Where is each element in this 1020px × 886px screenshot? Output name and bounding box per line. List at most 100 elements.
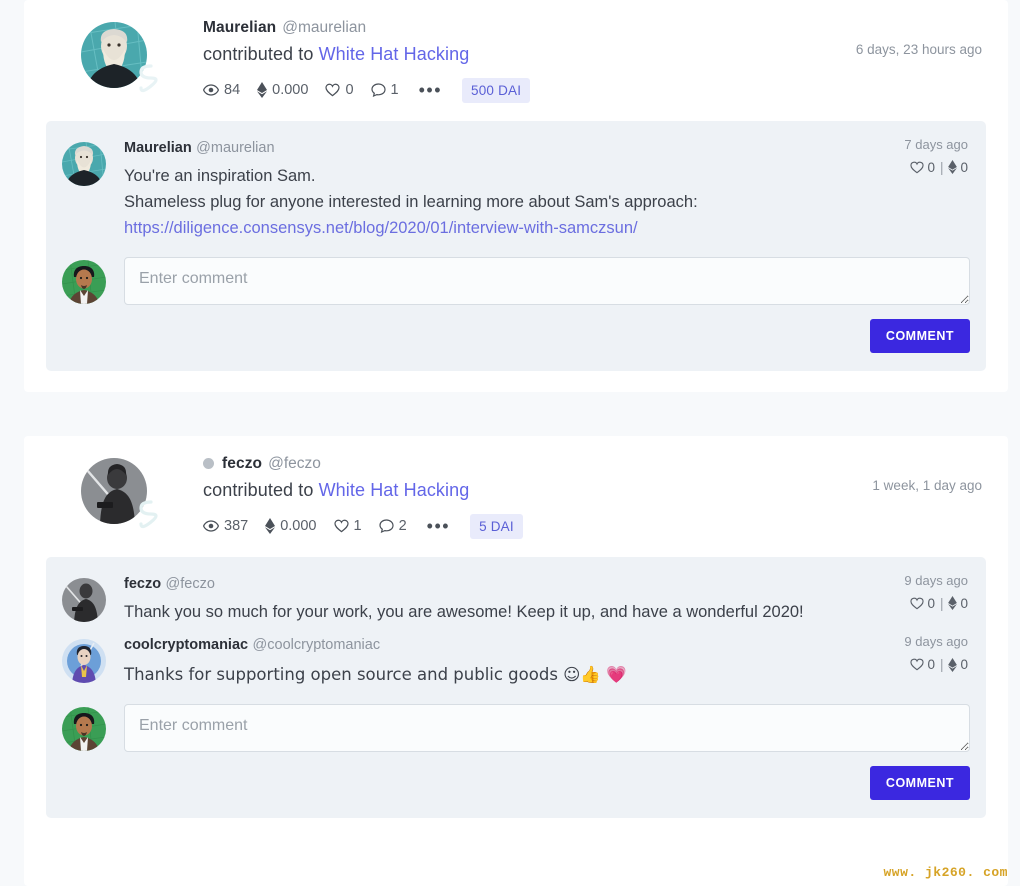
comment-author-row: feczo @feczo <box>124 575 850 593</box>
separator: | <box>939 657 944 672</box>
project-link[interactable]: White Hat Hacking <box>319 44 470 64</box>
avatar[interactable] <box>62 141 106 186</box>
comment-body: feczo @feczo Thank you so much for your … <box>106 575 970 627</box>
comment-editor-col: COMMENT <box>106 257 970 354</box>
ethereum-icon[interactable] <box>948 160 958 174</box>
heart-icon[interactable] <box>910 658 925 671</box>
ellipsis-icon[interactable]: ••• <box>424 517 453 535</box>
comment-likes-count: 0 <box>927 595 935 611</box>
comment-input[interactable] <box>124 703 970 752</box>
comment-meta: 9 days ago 0 | 0 <box>904 573 968 611</box>
amount-badge[interactable]: 500 DAI <box>462 77 531 103</box>
comment-line: You're an inspiration Sam. <box>124 167 316 186</box>
comments-panel: feczo @feczo Thank you so much for your … <box>46 556 986 818</box>
likes-count: 0 <box>345 82 354 98</box>
comment-stats: 0 | 0 <box>904 596 968 611</box>
comments-count: 2 <box>398 518 407 534</box>
comment-author-name[interactable]: coolcryptomaniac <box>124 637 248 653</box>
ethereum-icon[interactable] <box>948 596 958 610</box>
comment-stats: 0 | 0 <box>904 160 968 175</box>
post-timestamp: 1 week, 1 day ago <box>872 478 982 493</box>
author-name[interactable]: Maurelian <box>203 20 276 36</box>
watermark: www. jk260. com <box>883 865 1008 880</box>
comment-icon <box>378 519 394 533</box>
eth-amount: 0.000 <box>280 518 317 534</box>
eth-stat[interactable]: 0.000 <box>265 518 317 534</box>
comments-stat[interactable]: 1 <box>370 82 399 98</box>
comment-line: Shameless plug for anyone interested in … <box>124 193 698 211</box>
post-stats: 84 0.000 0 1 ••• 500 DAI <box>203 77 986 103</box>
heart-icon <box>325 83 341 97</box>
views-stat[interactable]: 387 <box>203 518 248 534</box>
amount-badge[interactable]: 5 DAI <box>470 513 523 539</box>
author-handle[interactable]: @feczo <box>268 456 321 472</box>
project-link[interactable]: White Hat Hacking <box>319 480 470 500</box>
avatar[interactable] <box>81 22 147 88</box>
ellipsis-icon[interactable]: ••• <box>416 81 445 99</box>
author-handle[interactable]: @maurelian <box>282 20 366 36</box>
comment-actions: COMMENT <box>124 319 970 354</box>
comment-timestamp: 9 days ago <box>904 572 968 588</box>
current-user-avatar[interactable] <box>62 260 106 305</box>
ethereum-icon[interactable] <box>948 657 958 672</box>
comment-icon <box>370 83 386 97</box>
comment-link[interactable]: https://diligence.consensys.net/blog/202… <box>124 219 638 237</box>
comment-item: coolcryptomaniac @coolcryptomaniac Thank… <box>62 632 970 694</box>
comments-stat[interactable]: 2 <box>378 518 407 534</box>
post-header: Maurelian @maurelian contributed to Whit… <box>24 0 1008 103</box>
status-dot-icon <box>203 458 214 470</box>
comment-timestamp: 7 days ago <box>904 136 968 152</box>
author-row: feczo @feczo <box>203 456 986 472</box>
avatar[interactable] <box>62 639 106 683</box>
comment-item: feczo @feczo Thank you so much for your … <box>62 571 970 633</box>
post-header-main: feczo @feczo contributed to White Hat Ha… <box>153 454 986 539</box>
views-stat[interactable]: 84 <box>203 82 240 98</box>
comment-meta: 7 days ago 0 | 0 <box>904 137 968 175</box>
author-name[interactable]: feczo <box>222 456 262 472</box>
likes-stat[interactable]: 0 <box>325 82 354 98</box>
author-row: Maurelian @maurelian <box>203 20 986 36</box>
likes-count: 1 <box>353 518 362 534</box>
views-count: 387 <box>224 518 249 534</box>
comment-author-name[interactable]: feczo <box>124 576 161 592</box>
heart-icon[interactable] <box>910 597 925 610</box>
likes-stat[interactable]: 1 <box>333 518 362 534</box>
comment-author-name[interactable]: Maurelian <box>124 140 192 156</box>
comment-author-handle[interactable]: @coolcryptomaniac <box>253 637 381 653</box>
comment-editor: COMMENT <box>62 703 970 800</box>
comment-text: Thank you so much for your work, you are… <box>124 603 804 622</box>
eth-stat[interactable]: 0.000 <box>257 82 308 98</box>
action-text: contributed to <box>203 479 314 500</box>
comment-tips-count: 0 <box>960 159 968 175</box>
ethereum-icon <box>265 518 276 534</box>
post-timestamp: 6 days, 23 hours ago <box>855 42 982 57</box>
comment-editor-col: COMMENT <box>106 703 970 800</box>
feed-page: Maurelian @maurelian contributed to Whit… <box>0 0 1020 886</box>
contribution-line: contributed to White Hat Hacking <box>203 480 986 501</box>
comment-submit-button[interactable]: COMMENT <box>869 765 970 800</box>
eye-icon <box>203 84 219 96</box>
post-header-main: Maurelian @maurelian contributed to Whit… <box>153 18 986 103</box>
comment-editor: COMMENT <box>62 257 970 354</box>
comment-input[interactable] <box>124 257 970 306</box>
views-count: 84 <box>224 82 241 98</box>
comment-submit-button[interactable]: COMMENT <box>869 319 970 354</box>
avatar[interactable] <box>62 577 106 622</box>
comment-likes-count: 0 <box>927 657 935 672</box>
current-user-avatar[interactable] <box>62 706 106 751</box>
post-card: feczo @feczo contributed to White Hat Ha… <box>24 436 1008 886</box>
comment-likes-count: 0 <box>927 159 935 175</box>
comment-actions: COMMENT <box>124 765 970 800</box>
heart-icon[interactable] <box>910 161 925 174</box>
eth-amount: 0.000 <box>272 82 309 98</box>
avatar[interactable] <box>81 458 147 524</box>
comment-author-handle[interactable]: @maurelian <box>196 140 274 156</box>
separator: | <box>939 159 944 175</box>
comment-author-row: coolcryptomaniac @coolcryptomaniac <box>124 636 850 654</box>
comments-count: 1 <box>390 82 399 98</box>
separator: | <box>939 595 944 611</box>
post-card: Maurelian @maurelian contributed to Whit… <box>24 0 1008 392</box>
comment-body: Maurelian @maurelian You're an inspirati… <box>106 139 970 242</box>
comment-author-handle[interactable]: @feczo <box>166 576 215 592</box>
post-header: feczo @feczo contributed to White Hat Ha… <box>24 436 1008 539</box>
